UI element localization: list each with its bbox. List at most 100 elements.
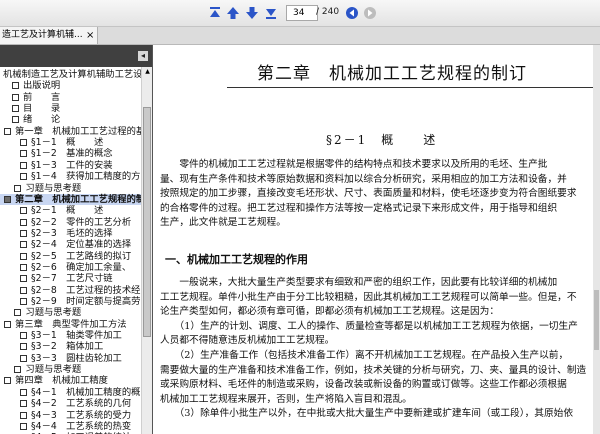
bookmark-checkbox[interactable] — [14, 366, 22, 374]
bookmark-checkbox[interactable] — [20, 263, 27, 271]
bookmark-item[interactable]: §2－4 定位基准的选择 — [0, 239, 141, 250]
bookmark-item[interactable]: 出版说明 — [0, 80, 141, 91]
last-page-icon[interactable] — [263, 5, 279, 21]
bookmark-item[interactable]: §1－1 概 述 — [0, 137, 141, 148]
bookmark-item[interactable]: 第四章 机械加工精度 — [0, 375, 141, 386]
bookmark-item[interactable]: §2－5 工艺路线的拟订 — [0, 251, 141, 262]
document-tab[interactable]: 造工艺及计算机辅... × — [0, 27, 98, 44]
bookmark-item[interactable]: §3－1 轴类零件加工 — [0, 330, 141, 341]
bookmark-checkbox[interactable] — [20, 241, 27, 249]
subheading: 一、机械加工工艺规程的作用 — [165, 253, 308, 266]
bookmark-checkbox[interactable] — [20, 173, 27, 181]
bookmark-label: 目 录 — [23, 103, 61, 115]
bookmark-checkbox[interactable] — [12, 105, 19, 113]
bookmark-item[interactable]: §2－2 零件的工艺分析 — [0, 217, 141, 228]
bookmark-checkbox[interactable] — [12, 82, 19, 90]
page-number-input[interactable]: 34 — [286, 5, 318, 21]
document-viewer[interactable]: 第二章 机械加工工艺规程的制订 §2－1 概 述 一、机械加工工艺规程的作用 零… — [153, 45, 600, 434]
bookmark-item[interactable]: 习题与思考题 — [0, 307, 141, 318]
bookmark-checkbox[interactable] — [14, 184, 22, 192]
bookmark-checkbox[interactable] — [20, 207, 27, 215]
bookmark-item[interactable]: §1－3 工件的安装 — [0, 160, 141, 171]
bookmark-item[interactable]: §4－2 工艺系统的几何 — [0, 398, 141, 409]
bookmark-checkbox[interactable] — [20, 400, 27, 408]
bookmark-item[interactable]: §2－7 工艺尺寸链 — [0, 273, 141, 284]
bookmark-item[interactable]: 机械制造工艺及计算机辅助工艺设 — [0, 69, 141, 80]
bookmark-label: §2－4 定位基准的选择 — [31, 239, 132, 251]
collapse-sidebar-icon[interactable]: ◂ — [138, 51, 148, 61]
back-icon[interactable] — [344, 5, 360, 21]
close-tab-icon[interactable]: × — [86, 27, 94, 44]
bookmark-checkbox[interactable] — [14, 309, 22, 317]
bookmark-item[interactable]: §4－1 机械加工精度的概 — [0, 387, 141, 398]
document-tab-bar: 造工艺及计算机辅... × — [0, 27, 600, 45]
bookmark-checkbox[interactable] — [20, 298, 27, 305]
bookmark-item[interactable]: §4－3 工艺系统的受力 — [0, 410, 141, 421]
bookmark-item[interactable]: 目 录 — [0, 103, 141, 114]
bookmark-item[interactable]: §2－8 工艺过程的技术经 — [0, 285, 141, 296]
paragraph-line: （2）生产准备工作（包括技术准备工作）离不开机械加工工艺规程。在产品投入生产以前… — [160, 350, 569, 361]
bookmark-item[interactable]: §3－3 圆柱齿轮加工 — [0, 353, 141, 364]
bookmark-label: §1－1 概 述 — [31, 137, 104, 149]
scroll-up-icon[interactable]: ▲ — [143, 68, 152, 76]
bookmark-checkbox[interactable] — [20, 275, 27, 283]
bookmark-checkbox[interactable] — [20, 161, 27, 169]
paragraph-line: 工工艺规程。单件小批生产由于分工比较粗糙，因此其机械加工工艺规程可以简单一些。但… — [160, 291, 577, 303]
bookmark-checkbox[interactable] — [4, 127, 11, 135]
document-page: 第二章 机械加工工艺规程的制订 §2－1 概 述 一、机械加工工艺规程的作用 零… — [153, 45, 600, 434]
bookmark-item[interactable]: §2－3 毛坯的选择 — [0, 228, 141, 239]
bookmark-item[interactable]: §4－4 工艺系统的热变 — [0, 421, 141, 432]
bookmark-checkbox[interactable] — [20, 343, 27, 351]
forward-icon[interactable] — [362, 5, 378, 21]
bookmark-checkbox[interactable] — [12, 116, 19, 124]
bookmark-checkbox[interactable] — [20, 252, 27, 260]
chapter-title: 第二章 机械加工工艺规程的制订 — [257, 64, 527, 84]
bookmark-item[interactable]: 第三章 典型零件加工方法 — [0, 319, 141, 330]
bookmark-checkbox[interactable] — [20, 411, 27, 419]
bookmark-checkbox[interactable] — [20, 286, 27, 294]
bookmark-item[interactable]: 第二章 机械加工工艺规程的制 — [0, 193, 141, 205]
sidebar-scrollbar[interactable]: ▲ — [141, 67, 152, 434]
bookmark-checkbox[interactable] — [4, 195, 11, 203]
bookmark-label: §2－3 毛坯的选择 — [31, 227, 113, 239]
document-tab-title: 造工艺及计算机辅... — [2, 30, 83, 40]
bookmark-label: 第二章 机械加工工艺规程的制 — [15, 193, 141, 205]
bookmark-label: §2－5 工艺路线的拟订 — [31, 250, 132, 262]
bookmark-item[interactable]: §2－6 确定加工余量、 — [0, 262, 141, 273]
bookmark-checkbox[interactable] — [4, 377, 11, 385]
bookmark-item[interactable]: 习题与思考题 — [0, 183, 141, 194]
bookmark-checkbox[interactable] — [20, 332, 27, 340]
bookmark-checkbox[interactable] — [20, 229, 27, 237]
bookmark-item[interactable]: 前 言 — [0, 92, 141, 103]
bookmark-checkbox[interactable] — [20, 422, 27, 430]
bookmark-checkbox[interactable] — [20, 388, 27, 396]
document-scroll-thumb[interactable] — [594, 290, 599, 350]
bookmark-label: §1－2 基准的概念 — [31, 148, 113, 160]
paragraph-line: 零件的机械加工工艺过程就是根据零件的结构特点和技术要求以及所用的毛坯、生产批 — [160, 159, 548, 170]
bookmark-tree: 机械制造工艺及计算机辅助工艺设 出版说明前 言目 录绪 论第一章 机械加工工艺过程… — [0, 69, 141, 434]
sidebar-scroll-thumb[interactable] — [143, 107, 151, 337]
bookmark-item[interactable]: §1－2 基准的概念 — [0, 148, 141, 159]
next-page-icon[interactable] — [244, 5, 260, 21]
paragraph-line: 人员都不得随意违反机械加工工艺规程。 — [160, 335, 335, 347]
bookmark-checkbox[interactable] — [12, 93, 19, 101]
paragraph-line: 的合格零件的过程。把工艺过程和操作方法等按一定格式记录下来形成文件，用于指导和组… — [160, 202, 558, 214]
bookmark-item[interactable]: §1－4 获得加工精度的方 — [0, 171, 141, 182]
bookmark-item[interactable]: 绪 论 — [0, 114, 141, 125]
bookmark-checkbox[interactable] — [20, 150, 27, 158]
bookmark-checkbox[interactable] — [4, 320, 11, 328]
bookmark-item[interactable]: 第一章 机械加工工艺过程的基 — [0, 126, 141, 137]
bookmark-checkbox[interactable] — [20, 354, 27, 362]
document-scrollbar[interactable] — [593, 45, 600, 434]
bookmark-item[interactable]: §2－1 概 述 — [0, 205, 141, 216]
bookmark-item[interactable]: 习题与思考题 — [0, 364, 141, 375]
bookmark-item[interactable]: §2－9 时间定额与提高劳 — [0, 296, 141, 307]
bookmark-label: §1－4 获得加工精度的方 — [31, 171, 141, 183]
paragraph-line: 生产，此文件就是工艺规程。 — [160, 217, 286, 229]
bookmark-item[interactable]: §3－2 箱体加工 — [0, 341, 141, 352]
previous-page-icon[interactable] — [225, 5, 241, 21]
paragraph-line: （3）除单件小批生产以外，在中批或大批大量生产中要新建或扩建车间（或工段），其原… — [160, 408, 574, 420]
bookmark-checkbox[interactable] — [20, 218, 27, 226]
first-page-icon[interactable] — [207, 5, 223, 21]
bookmark-checkbox[interactable] — [20, 139, 27, 147]
